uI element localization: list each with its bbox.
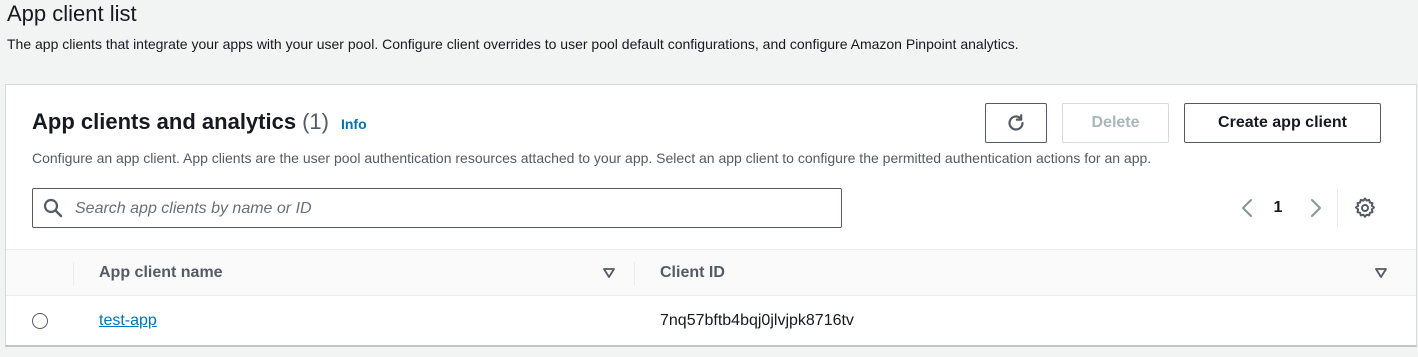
create-app-client-button[interactable]: Create app client <box>1184 103 1381 143</box>
table-header: App client name Client ID <box>6 249 1416 296</box>
delete-button[interactable]: Delete <box>1062 103 1169 143</box>
panel-count: (1) <box>302 109 329 134</box>
app-client-list-page: App client list The app clients that int… <box>0 0 1418 357</box>
row-select-radio[interactable] <box>32 313 48 329</box>
panel-title: App clients and analytics <box>32 109 297 134</box>
gear-icon[interactable] <box>1353 196 1377 220</box>
pager-divider <box>1337 189 1338 229</box>
app-client-name-link[interactable]: test-app <box>99 311 157 331</box>
panel-header: App clients and analytics (1) Info <box>32 109 367 137</box>
table-row[interactable]: test-app 7nq57bftb4bqj0jlvjpk8716tv <box>6 296 1416 346</box>
column-divider <box>73 262 74 286</box>
column-divider <box>634 262 635 286</box>
page-number-button[interactable]: 1 <box>1269 197 1287 219</box>
section-title: App client list <box>7 1 137 26</box>
panel-description: Configure an app client. App clients are… <box>32 150 1152 166</box>
refresh-icon <box>1008 114 1024 131</box>
search-box <box>32 188 842 229</box>
search-input[interactable] <box>73 189 833 229</box>
refresh-button[interactable] <box>985 103 1047 143</box>
chevron-left-icon[interactable] <box>1238 196 1256 220</box>
column-header-client-id[interactable]: Client ID <box>660 263 725 283</box>
sort-down-icon[interactable] <box>1375 267 1387 279</box>
chevron-right-icon[interactable] <box>1307 196 1325 220</box>
search-icon <box>43 198 63 218</box>
section-description: The app clients that integrate your apps… <box>7 36 1019 52</box>
app-clients-panel: App clients and analytics (1) Info Confi… <box>5 84 1417 347</box>
info-link[interactable]: Info <box>341 111 367 137</box>
sort-down-icon[interactable] <box>603 267 615 279</box>
column-header-app-client-name[interactable]: App client name <box>99 263 223 283</box>
client-id-cell: 7nq57bftb4bqj0jlvjpk8716tv <box>660 312 854 329</box>
